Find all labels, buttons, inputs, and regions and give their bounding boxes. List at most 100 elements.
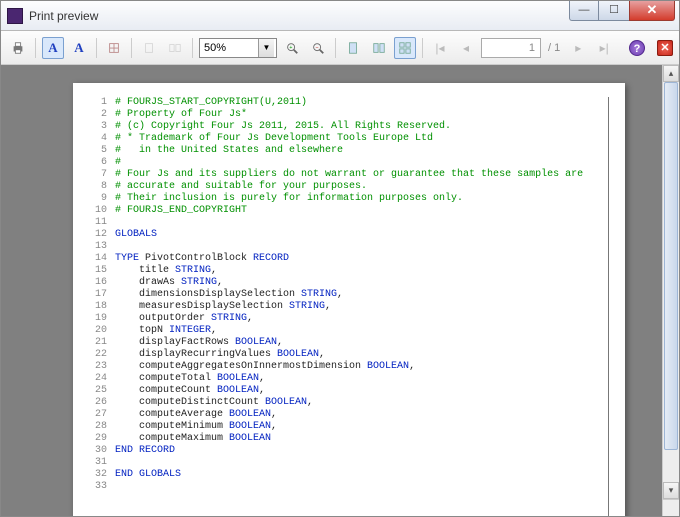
line-number: 17 (87, 289, 115, 301)
line-code: # Four Js and its suppliers do not warra… (115, 169, 600, 181)
code-line: 26 computeDistinctCount BOOLEAN, (87, 397, 600, 409)
code-line: 19 outputOrder STRING, (87, 313, 600, 325)
code-line: 10# FOURJS_END_COPYRIGHT (87, 205, 600, 217)
layout-2-button[interactable] (164, 37, 186, 59)
svg-text:+: + (289, 44, 292, 50)
line-number: 25 (87, 385, 115, 397)
code-line: 9# Their inclusion is purely for informa… (87, 193, 600, 205)
close-preview-button[interactable]: ✕ (657, 40, 673, 56)
svg-text:−: − (315, 44, 318, 50)
separator (35, 38, 36, 58)
line-code (115, 217, 600, 229)
line-code: # Their inclusion is purely for informat… (115, 193, 600, 205)
first-page-button[interactable]: |◂ (429, 37, 451, 59)
text-mode-a-button[interactable]: A (42, 37, 64, 59)
preview-page: 1# FOURJS_START_COPYRIGHT(U,2011)2# Prop… (73, 83, 625, 516)
preview-viewport: 1# FOURJS_START_COPYRIGHT(U,2011)2# Prop… (1, 65, 679, 516)
line-number: 26 (87, 397, 115, 409)
zoom-input[interactable] (200, 39, 258, 57)
separator (131, 38, 132, 58)
line-code: outputOrder STRING, (115, 313, 600, 325)
line-number: 4 (87, 133, 115, 145)
line-code: # Property of Four Js* (115, 109, 600, 121)
line-code (115, 241, 600, 253)
zoom-in-button[interactable]: + (281, 37, 303, 59)
line-number: 8 (87, 181, 115, 193)
code-line: 6# (87, 157, 600, 169)
line-number: 22 (87, 349, 115, 361)
line-number: 11 (87, 217, 115, 229)
grid-page-button[interactable] (394, 37, 416, 59)
print-button[interactable] (7, 37, 29, 59)
code-line: 25 computeCount BOOLEAN, (87, 385, 600, 397)
layout-1-button[interactable] (138, 37, 160, 59)
code-line: 31 (87, 457, 600, 469)
line-number: 32 (87, 469, 115, 481)
close-button[interactable]: ✕ (629, 1, 675, 21)
code-line: 30END RECORD (87, 445, 600, 457)
line-number: 9 (87, 193, 115, 205)
line-number: 10 (87, 205, 115, 217)
line-code: END GLOBALS (115, 469, 600, 481)
code-line: 18 measuresDisplaySelection STRING, (87, 301, 600, 313)
scroll-track[interactable] (663, 82, 679, 482)
zoom-dropdown-icon[interactable]: ▼ (258, 39, 274, 57)
line-code: END RECORD (115, 445, 600, 457)
line-code: # (c) Copyright Four Js 2011, 2015. All … (115, 121, 600, 133)
line-number: 24 (87, 373, 115, 385)
line-number: 20 (87, 325, 115, 337)
code-line: 27 computeAverage BOOLEAN, (87, 409, 600, 421)
code-line: 5# in the United States and elsewhere (87, 145, 600, 157)
line-number: 19 (87, 313, 115, 325)
line-code: GLOBALS (115, 229, 600, 241)
text-mode-b-button[interactable]: A (68, 37, 90, 59)
page-number-input[interactable]: 1 (481, 38, 541, 58)
zoom-combo[interactable]: ▼ (199, 38, 277, 58)
line-code: computeCount BOOLEAN, (115, 385, 600, 397)
line-code: topN INTEGER, (115, 325, 600, 337)
line-number: 6 (87, 157, 115, 169)
code-line: 24 computeTotal BOOLEAN, (87, 373, 600, 385)
help-button[interactable]: ? (629, 40, 645, 56)
zoom-out-button[interactable]: − (307, 37, 329, 59)
line-code: TYPE PivotControlBlock RECORD (115, 253, 600, 265)
code-line: 29 computeMaximum BOOLEAN (87, 433, 600, 445)
scroll-thumb[interactable] (664, 82, 678, 450)
line-number: 14 (87, 253, 115, 265)
two-page-button[interactable] (368, 37, 390, 59)
line-number: 15 (87, 265, 115, 277)
line-code: computeAverage BOOLEAN, (115, 409, 600, 421)
line-code: dimensionsDisplaySelection STRING, (115, 289, 600, 301)
code-line: 16 drawAs STRING, (87, 277, 600, 289)
line-number: 18 (87, 301, 115, 313)
last-page-button[interactable]: ▸| (593, 37, 615, 59)
code-line: 28 computeMinimum BOOLEAN, (87, 421, 600, 433)
line-number: 23 (87, 361, 115, 373)
code-line: 8# accurate and suitable for your purpos… (87, 181, 600, 193)
fit-page-button[interactable] (103, 37, 125, 59)
line-number: 7 (87, 169, 115, 181)
minimize-button[interactable]: — (569, 1, 599, 21)
scroll-up-icon[interactable]: ▴ (663, 65, 679, 82)
line-number: 16 (87, 277, 115, 289)
line-code: # FOURJS_START_COPYRIGHT(U,2011) (115, 97, 600, 109)
single-page-button[interactable] (342, 37, 364, 59)
code-line: 21 displayFactRows BOOLEAN, (87, 337, 600, 349)
title-bar: Print preview — ☐ ✕ (1, 1, 679, 31)
line-number: 31 (87, 457, 115, 469)
next-page-button[interactable]: ▸ (567, 37, 589, 59)
code-line: 17 dimensionsDisplaySelection STRING, (87, 289, 600, 301)
line-number: 21 (87, 337, 115, 349)
code-line: 33 (87, 481, 600, 493)
toolbar: A A ▼ + − |◂ ◂ 1 / 1 ▸ ▸| ? ✕ (1, 31, 679, 65)
line-code: computeAggregatesOnInnermostDimension BO… (115, 361, 600, 373)
line-code: computeTotal BOOLEAN, (115, 373, 600, 385)
window-buttons: — ☐ ✕ (569, 1, 675, 21)
maximize-button[interactable]: ☐ (599, 1, 629, 21)
prev-page-button[interactable]: ◂ (455, 37, 477, 59)
line-number: 3 (87, 121, 115, 133)
separator (422, 38, 423, 58)
code-line: 32END GLOBALS (87, 469, 600, 481)
scroll-down-icon[interactable]: ▾ (663, 482, 679, 499)
vertical-scrollbar[interactable]: ▴ ▾ (662, 65, 679, 499)
